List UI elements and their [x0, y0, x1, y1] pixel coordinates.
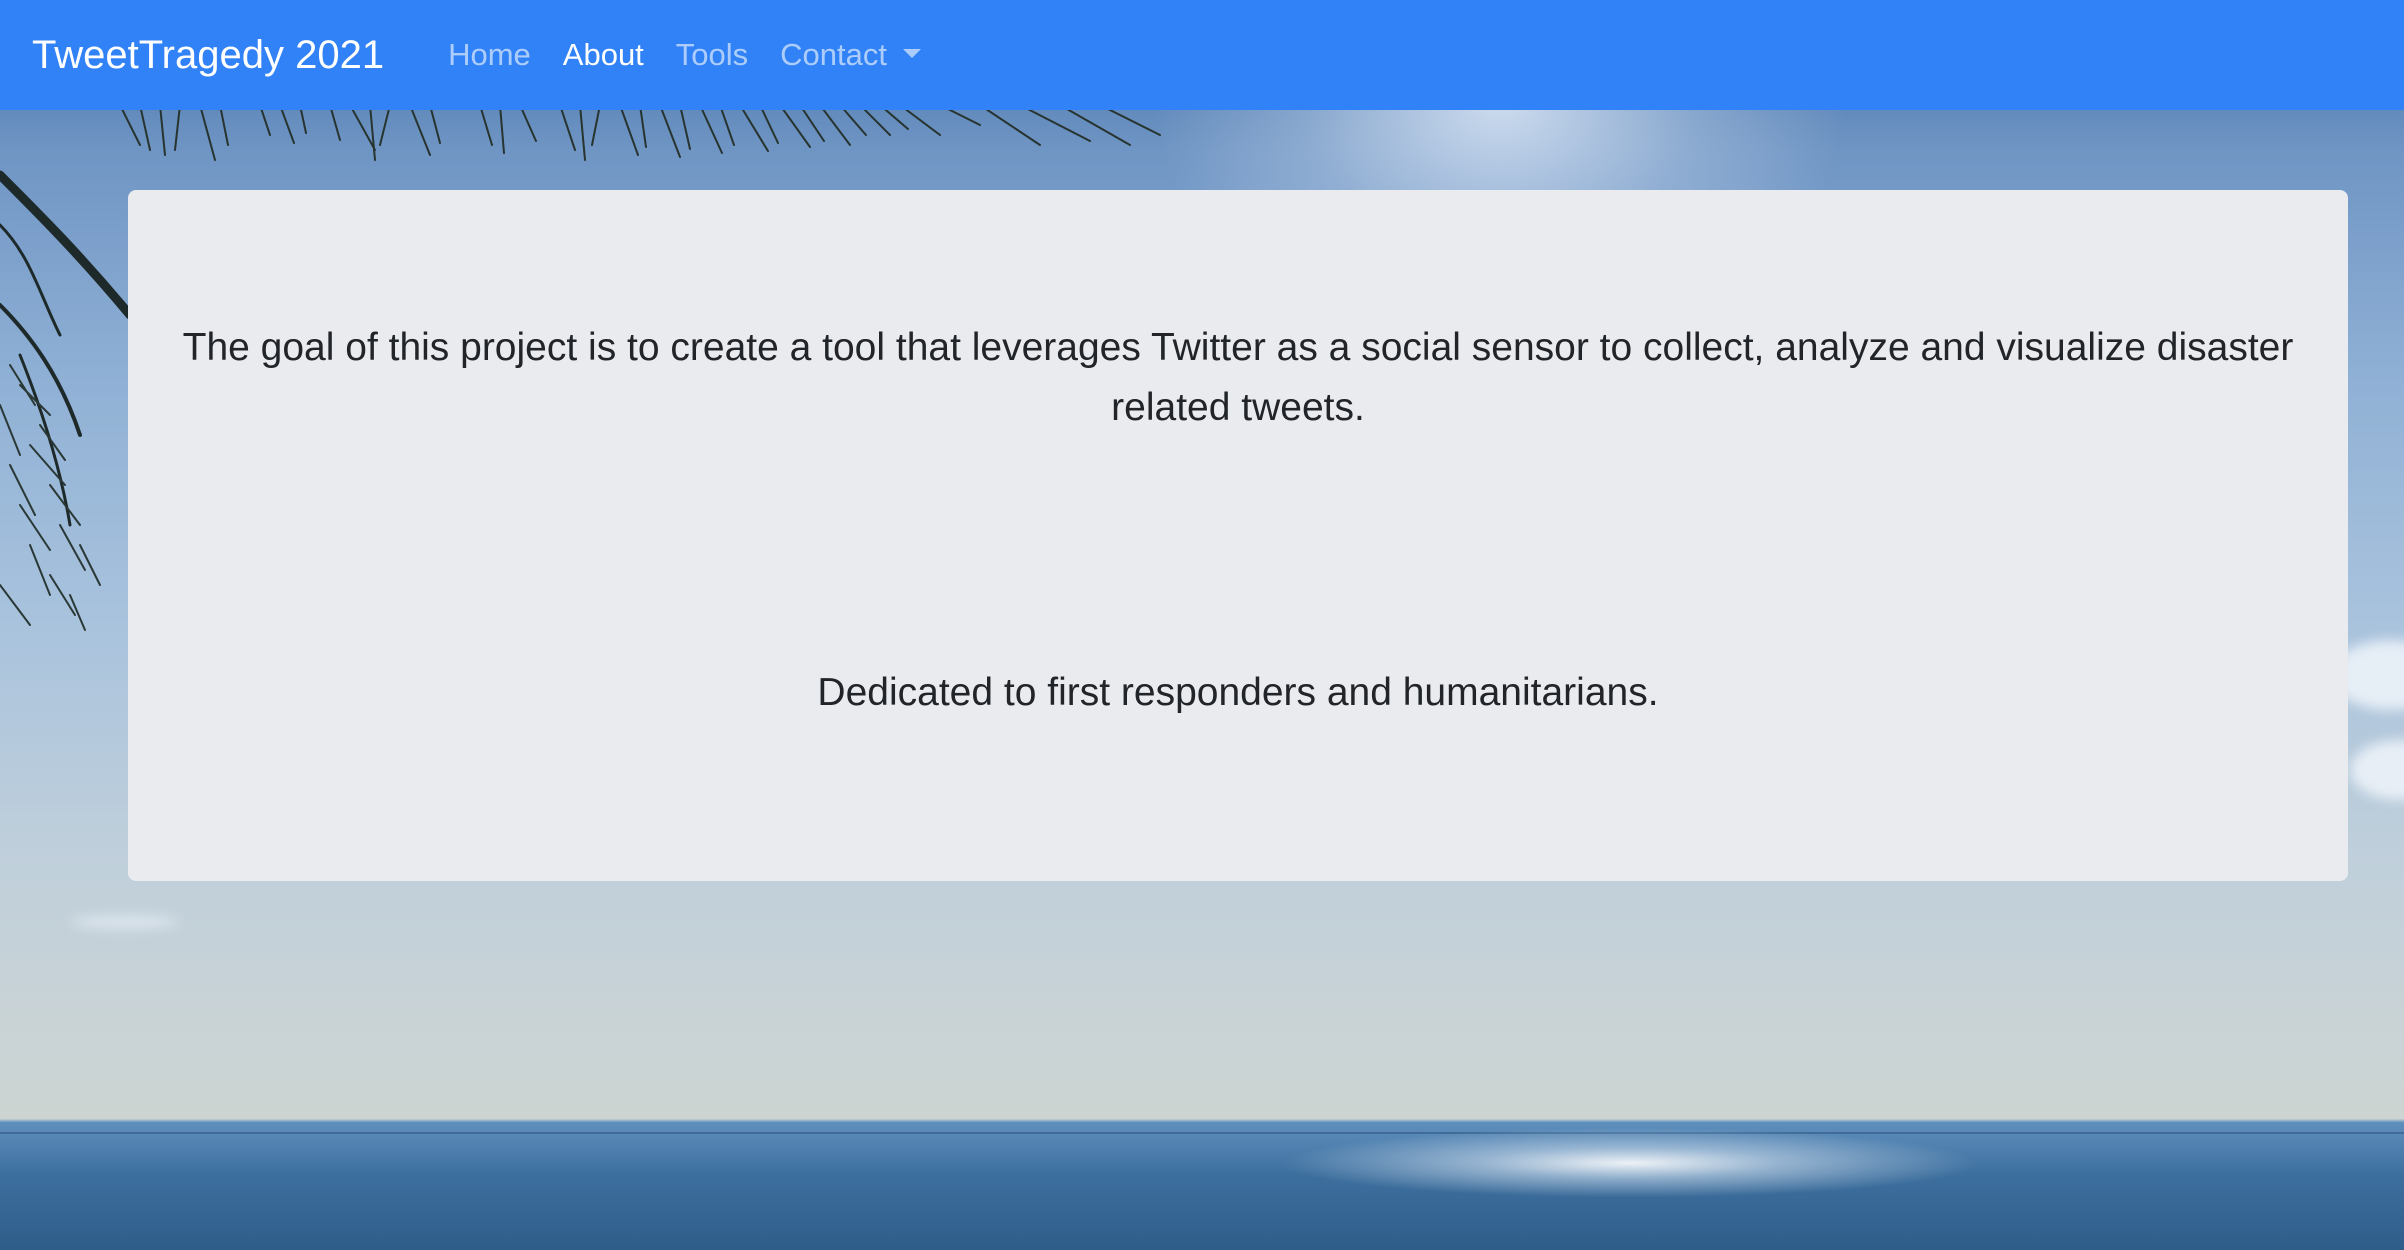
caret-down-icon — [903, 48, 922, 58]
nav-link-tools[interactable]: Tools — [660, 37, 764, 73]
brand-logo-text[interactable]: TweetTragedy 2021 — [32, 33, 384, 78]
nav-link-contact-label: Contact — [780, 37, 888, 72]
nav-links: Home About Tools Contact — [432, 37, 937, 73]
nav-link-about[interactable]: About — [547, 37, 660, 73]
sea-sparkle — [1280, 1128, 1980, 1198]
nav-link-home[interactable]: Home — [432, 37, 547, 73]
cloud — [2350, 740, 2404, 800]
project-goal-text: The goal of this project is to create a … — [182, 326, 2294, 429]
about-card: The goal of this project is to create a … — [128, 190, 2348, 881]
nav-dropdown-contact[interactable]: Contact — [764, 37, 937, 73]
top-navbar: TweetTragedy 2021 Home About Tools Conta… — [0, 0, 2404, 110]
horizon-line — [0, 1132, 2404, 1134]
dedication-text: Dedicated to first responders and humani… — [817, 671, 1659, 714]
cloud — [70, 915, 180, 929]
